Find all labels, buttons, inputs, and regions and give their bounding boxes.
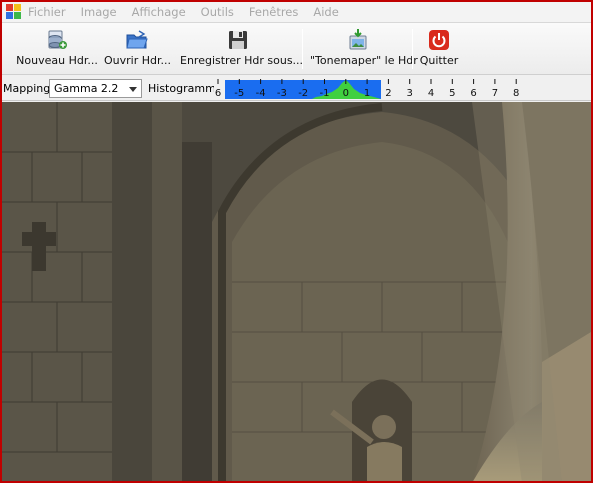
new-hdr-icon (48, 30, 67, 49)
app-logo-icon (6, 4, 22, 20)
tonemap-icon (349, 29, 367, 50)
histogram-tick-label: 7 (492, 88, 498, 99)
open-folder-icon (126, 30, 148, 49)
menu-aide[interactable]: Aide (313, 5, 338, 19)
quit-button[interactable]: Quitter (418, 26, 460, 72)
histogram-tick-label: 6 (215, 88, 221, 99)
menu-affichage[interactable]: Affichage (132, 5, 186, 19)
histogram-tick-label: -2 (298, 88, 308, 99)
menu-image[interactable]: Image (81, 5, 117, 19)
histogram-widget[interactable]: 6 -5 -4 -3 -2 -1 0 1 2 3 4 5 6 7 8 (214, 78, 520, 100)
histogram-tick-label: 8 (513, 88, 519, 99)
hdr-image-canvas[interactable] (2, 102, 591, 483)
new-hdr-button[interactable]: Nouveau Hdr... (16, 26, 98, 72)
histogram-tick-label: 2 (385, 88, 391, 99)
power-icon (429, 30, 449, 50)
tonemap-hdr-label: "Tonemaper" le Hdr (310, 54, 418, 67)
app-window: Fichier Image Affichage Outils Fenêtres … (0, 0, 593, 483)
histogram-tick-label: 4 (428, 88, 434, 99)
histogram-tick-label: 1 (364, 88, 370, 99)
new-hdr-label: Nouveau Hdr... (16, 54, 98, 67)
histogram-row: Mapping: Gamma 2.2 Histogramme 6 -5 -4 -3 -2… (2, 76, 591, 101)
histogram-tick-label: 3 (407, 88, 413, 99)
histogram-tick-label: 6 (470, 88, 476, 99)
save-floppy-icon (229, 31, 247, 49)
save-hdr-as-button[interactable]: Enregistrer Hdr sous... (180, 26, 304, 72)
menu-fenetres[interactable]: Fenêtres (249, 5, 298, 19)
histogram-tick-label: 0 (343, 88, 349, 99)
histogram-label: Histogramme (148, 82, 223, 95)
histogram-tick-label: -4 (256, 88, 266, 99)
save-hdr-as-label: Enregistrer Hdr sous... (180, 54, 304, 67)
menu-outils[interactable]: Outils (201, 5, 234, 19)
histogram-tick-label: -5 (234, 88, 244, 99)
open-hdr-button[interactable]: Ouvrir Hdr... (104, 26, 171, 72)
quit-label: Quitter (419, 54, 459, 67)
histogram-ticks: 6 -5 -4 -3 -2 -1 0 1 2 3 4 5 6 7 8 (215, 79, 519, 99)
menu-fichier[interactable]: Fichier (28, 5, 66, 19)
toolbar-divider (302, 29, 303, 69)
mapping-label: Mapping: (3, 82, 54, 95)
open-hdr-label: Ouvrir Hdr... (104, 54, 171, 67)
histogram-tick-label: -1 (320, 88, 330, 99)
toolbar: Nouveau Hdr... Ouvrir Hdr... Enregistrer… (2, 23, 591, 75)
menu-bar: Fichier Image Affichage Outils Fenêtres … (2, 2, 591, 23)
histogram-tick-label: 5 (449, 88, 455, 99)
tonemap-hdr-button[interactable]: "Tonemaper" le Hdr (310, 26, 418, 72)
mapping-select[interactable]: Gamma 2.2 (49, 79, 142, 98)
histogram-tick-label: -3 (277, 88, 287, 99)
chevron-down-icon (129, 87, 137, 92)
mapping-value: Gamma 2.2 (54, 82, 119, 95)
toolbar-divider (412, 29, 413, 69)
